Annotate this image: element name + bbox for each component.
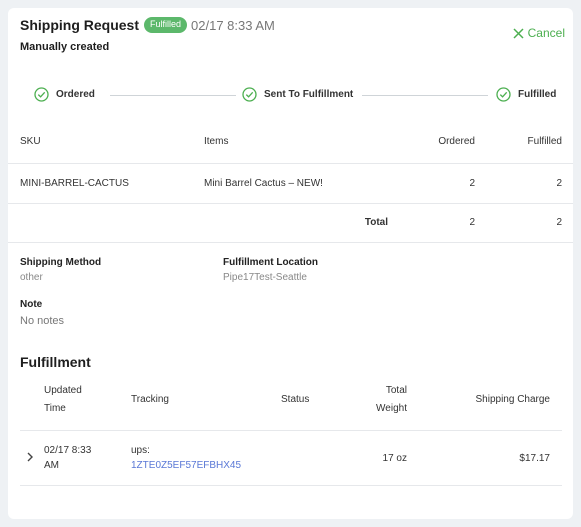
fulfillment-location-value: Pipe17Test-Seattle — [223, 272, 307, 283]
tracking-number-link[interactable]: 1ZTE0Z5EF57EFBHX45 — [131, 458, 241, 473]
step-sent-to-fulfillment: Sent To Fulfillment — [242, 87, 353, 102]
step-label: Fulfilled — [518, 89, 557, 100]
total-ordered: 2 — [469, 217, 475, 228]
total-fulfilled: 2 — [556, 217, 562, 228]
column-header-fulfilled: Fulfilled — [527, 136, 562, 147]
column-header-total-weight: Total Weight — [348, 382, 407, 418]
updated-time-cell: 02/17 8:33 AM — [44, 443, 91, 473]
table-divider — [20, 430, 562, 431]
shipping-method-label: Shipping Method — [20, 257, 102, 268]
header-row: Shipping Request Fulfilled 02/17 8:33 AM — [20, 17, 275, 33]
table-divider — [8, 242, 573, 243]
request-timestamp: 02/17 8:33 AM — [191, 17, 275, 33]
close-icon — [513, 27, 524, 39]
note-value: No notes — [20, 315, 65, 327]
progress-stepper: Ordered Sent To Fulfillment Fulfilled — [34, 87, 556, 105]
step-label: Ordered — [56, 89, 95, 100]
expand-row-button[interactable] — [25, 450, 35, 468]
shipping-charge-cell: $17.17 — [519, 453, 550, 464]
ordered-qty-cell: 2 — [469, 178, 475, 189]
fulfillment-section-title: Fulfillment — [20, 354, 91, 370]
fulfilled-qty-cell: 2 — [556, 178, 562, 189]
check-circle-icon — [34, 87, 49, 102]
updated-ampm: AM — [44, 460, 59, 471]
header-line: Weight — [376, 403, 407, 414]
step-fulfilled: Fulfilled — [496, 87, 556, 102]
total-weight-cell: 17 oz — [382, 453, 407, 464]
cancel-button[interactable]: Cancel — [513, 26, 565, 40]
carrier-label: ups: — [131, 445, 150, 456]
header-line: Updated — [44, 385, 82, 396]
table-divider — [8, 203, 573, 204]
step-connector — [362, 95, 488, 96]
check-circle-icon — [496, 87, 511, 102]
column-header-shipping-charge: Shipping Charge — [475, 394, 551, 405]
fulfillment-location-label: Fulfillment Location — [223, 257, 318, 268]
creation-source: Manually created — [20, 41, 110, 53]
item-name-cell: Mini Barrel Cactus – NEW! — [204, 178, 323, 189]
table-divider — [20, 485, 562, 486]
step-label: Sent To Fulfillment — [264, 89, 354, 100]
step-connector — [110, 95, 236, 96]
header-line: Total — [385, 385, 407, 396]
status-badge: Fulfilled — [144, 17, 188, 33]
check-circle-icon — [242, 87, 257, 102]
column-header-updated-time: Updated Time — [44, 382, 82, 418]
header-line: Time — [44, 403, 66, 414]
total-label: Total — [364, 217, 388, 228]
table-divider — [8, 163, 573, 164]
note-label: Note — [20, 299, 43, 310]
step-ordered: Ordered — [34, 87, 95, 102]
updated-date: 02/17 8:33 — [44, 445, 92, 456]
cancel-label: Cancel — [527, 26, 565, 40]
shipping-request-card: Shipping Request Fulfilled 02/17 8:33 AM… — [8, 8, 573, 519]
shipping-method-value: other — [20, 272, 43, 283]
column-header-sku: SKU — [20, 136, 41, 147]
column-header-status: Status — [281, 394, 310, 405]
column-header-tracking: Tracking — [131, 394, 169, 405]
chevron-right-icon — [27, 452, 33, 462]
column-header-items: Items — [204, 136, 229, 147]
column-header-ordered: Ordered — [438, 136, 475, 147]
sku-cell: MINI-BARREL-CACTUS — [20, 178, 129, 189]
tracking-cell: ups: 1ZTE0Z5EF57EFBHX45 — [131, 443, 241, 473]
page-title: Shipping Request — [20, 17, 139, 33]
